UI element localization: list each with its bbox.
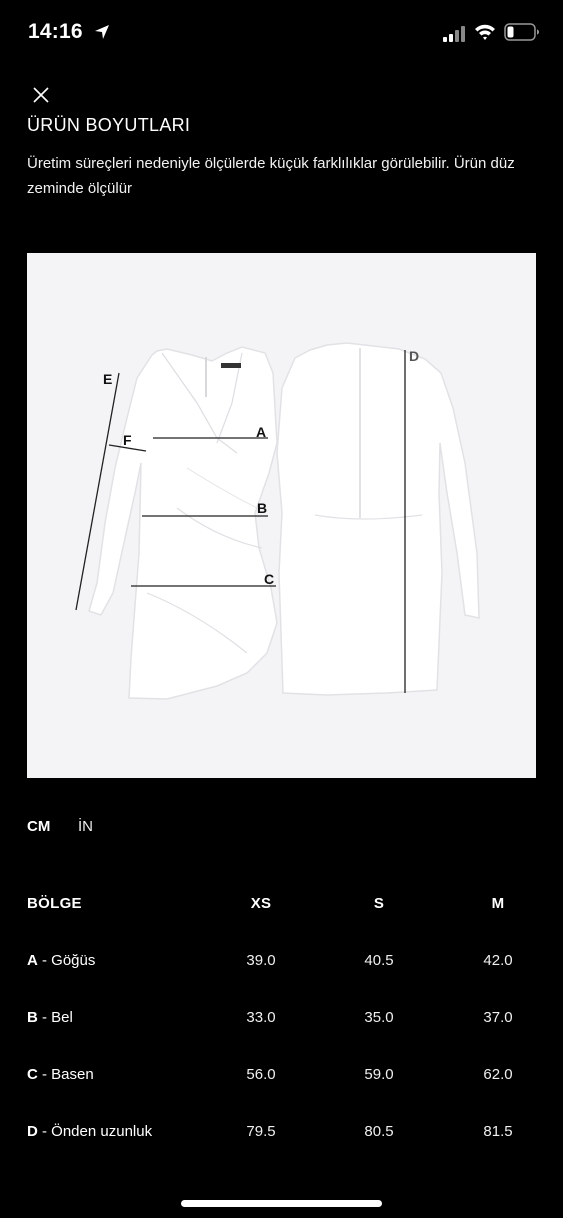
value-s: 80.5 bbox=[364, 1123, 394, 1140]
value-m: 42.0 bbox=[483, 952, 513, 969]
measurement-disclaimer: Üretim süreçleri nedeniyle ölçülerde küç… bbox=[27, 155, 515, 197]
close-icon bbox=[33, 87, 49, 103]
value-xs: 39.0 bbox=[246, 952, 276, 969]
cellular-signal-icon bbox=[443, 26, 469, 47]
value-m: 81.5 bbox=[483, 1123, 513, 1140]
size-table: BÖLGE XS S M A - Göğüs 39.0 40.5 42.0 B … bbox=[27, 888, 547, 1173]
close-button[interactable] bbox=[27, 82, 55, 110]
value-s: 40.5 bbox=[364, 952, 394, 969]
region-label: C - Basen bbox=[27, 1066, 94, 1083]
label-e: E bbox=[103, 371, 112, 387]
region-label: A - Göğüs bbox=[27, 952, 95, 969]
unit-cm-tab[interactable]: CM bbox=[27, 818, 50, 835]
back-dress-illustration bbox=[276, 342, 480, 696]
region-letter: A bbox=[27, 952, 38, 969]
table-row: B - Bel 33.0 35.0 37.0 bbox=[27, 1002, 547, 1059]
label-a: A bbox=[256, 424, 266, 440]
label-d: D bbox=[409, 348, 419, 364]
label-f: F bbox=[123, 432, 132, 448]
location-arrow-icon bbox=[93, 23, 111, 46]
region-name: - Göğüs bbox=[37, 952, 96, 969]
column-header-s: S bbox=[373, 895, 385, 912]
column-header-xs: XS bbox=[250, 895, 272, 912]
battery-icon bbox=[504, 23, 540, 46]
label-b: B bbox=[257, 500, 267, 516]
value-xs: 56.0 bbox=[246, 1066, 276, 1083]
dress-diagram-image: A B C D E F bbox=[75, 342, 480, 700]
column-header-m: M bbox=[491, 895, 505, 912]
column-header-region: BÖLGE bbox=[27, 895, 82, 912]
region-name: - Önden uzunluk bbox=[37, 1123, 153, 1140]
region-label: D - Önden uzunluk bbox=[27, 1123, 152, 1140]
table-row: C - Basen 56.0 59.0 62.0 bbox=[27, 1059, 547, 1116]
region-letter: D bbox=[27, 1123, 38, 1140]
value-m: 37.0 bbox=[483, 1009, 513, 1026]
wifi-icon bbox=[474, 23, 496, 46]
value-m: 62.0 bbox=[483, 1066, 513, 1083]
region-name: - Basen bbox=[37, 1066, 94, 1083]
value-s: 35.0 bbox=[364, 1009, 394, 1026]
value-xs: 79.5 bbox=[246, 1123, 276, 1140]
status-bar: 14:16 bbox=[0, 0, 563, 70]
region-letter: C bbox=[27, 1066, 38, 1083]
region-name: - Bel bbox=[37, 1009, 73, 1026]
value-s: 59.0 bbox=[364, 1066, 394, 1083]
measurement-diagram: A B C D E F bbox=[27, 253, 536, 778]
table-header-row: BÖLGE XS S M bbox=[27, 888, 547, 945]
label-c: C bbox=[264, 571, 274, 587]
table-row: A - Göğüs 39.0 40.5 42.0 bbox=[27, 945, 547, 1002]
home-indicator[interactable] bbox=[181, 1200, 382, 1207]
page-title: ÜRÜN BOYUTLARI bbox=[27, 115, 191, 135]
unit-in-tab[interactable]: İN bbox=[78, 818, 93, 835]
front-dress-illustration bbox=[88, 346, 278, 700]
value-xs: 33.0 bbox=[246, 1009, 276, 1026]
table-row: D - Önden uzunluk 79.5 80.5 81.5 bbox=[27, 1116, 547, 1173]
region-letter: B bbox=[27, 1009, 38, 1026]
status-time: 14:16 bbox=[28, 20, 83, 43]
region-label: B - Bel bbox=[27, 1009, 73, 1026]
